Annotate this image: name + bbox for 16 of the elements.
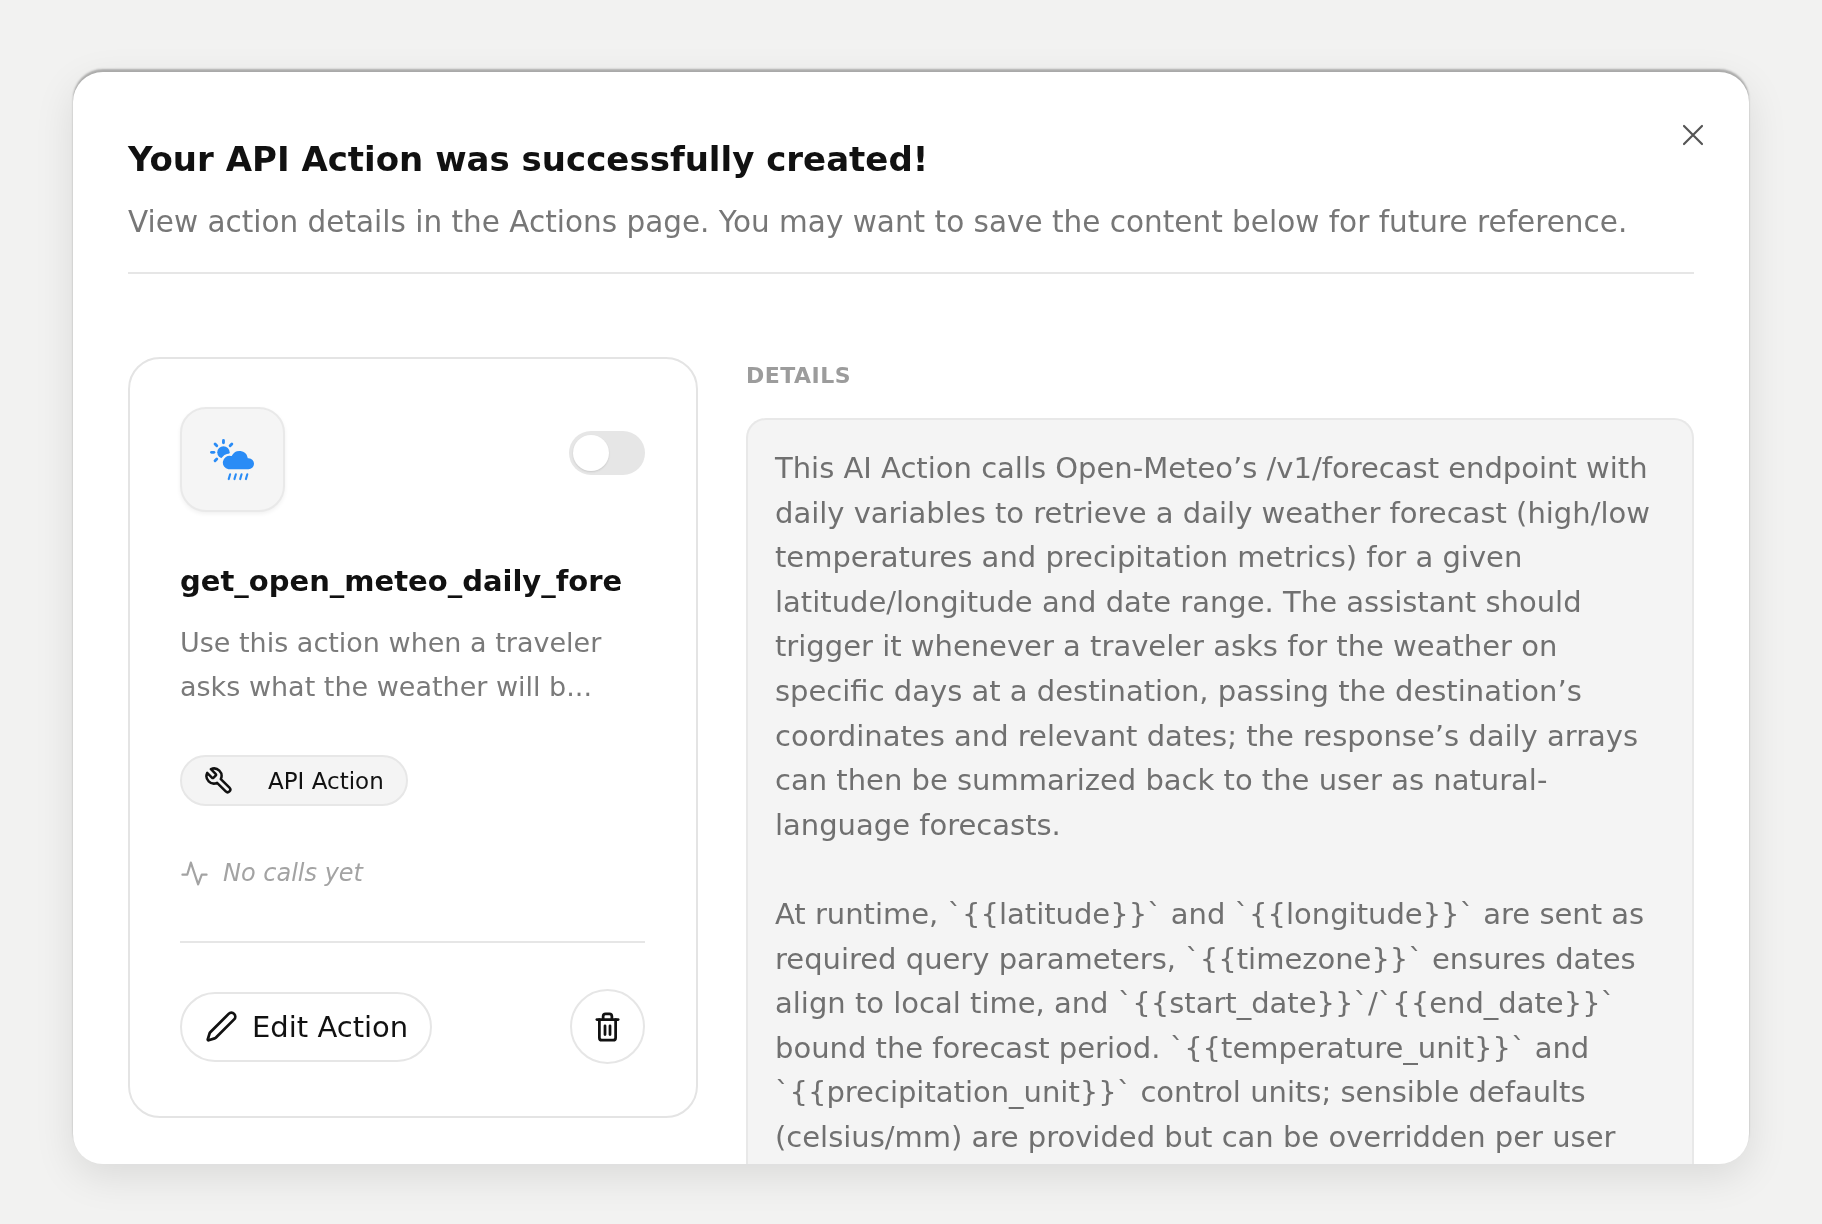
toggle-switch[interactable] [569, 431, 645, 475]
details-paragraph: At runtime, `{{latitude}}` and `{{longitude}}` are sent as required query parameters, `{{timezone}}` ensures dates align to local time, and `{{start_date}}`/`{{end_date}}` bound the forecast period. `{{temperature_unit}}` and `{{precipitation_unit}}` control units; sensible defaults (celsius/mm) are provided but can be overridden per user [775, 895, 1646, 1156]
dialog-subtitle: View action details in the Actions page. You may want to save the content below for future reference. [128, 204, 1629, 241]
action-description: Use this action when a traveler asks what the weather will b... [180, 626, 603, 704]
details-heading: DETAILS [746, 362, 853, 390]
details-paragraph: This AI Action calls Open-Meteo’s /v1/forecast endpoint with daily variables to retrieve a daily weather forecast (high/low temperatures and precipitation metrics) for a given latitude/longitude and date range. The assistant should trigger it whenever a traveler asks for the weather on specific days at a destination, passing the destination’s coordinates and relevant dates; the response’s daily arrays can then be summarized back to the user as natural-language forecasts. [775, 450, 1651, 844]
close-icon[interactable] [1682, 124, 1704, 146]
pencil-icon [205, 1010, 238, 1043]
action-name: get_open_meteo_daily_fore [180, 563, 624, 600]
usage-status: No calls yet [223, 859, 363, 887]
dialog-title: Your API Action was successfully created! [128, 138, 930, 181]
edit-action-button[interactable]: Edit Action [180, 991, 433, 1062]
trash-icon [595, 1011, 620, 1042]
weather-icon [180, 407, 285, 512]
badge-label: API Action [268, 767, 384, 794]
wrench-icon [204, 765, 234, 796]
